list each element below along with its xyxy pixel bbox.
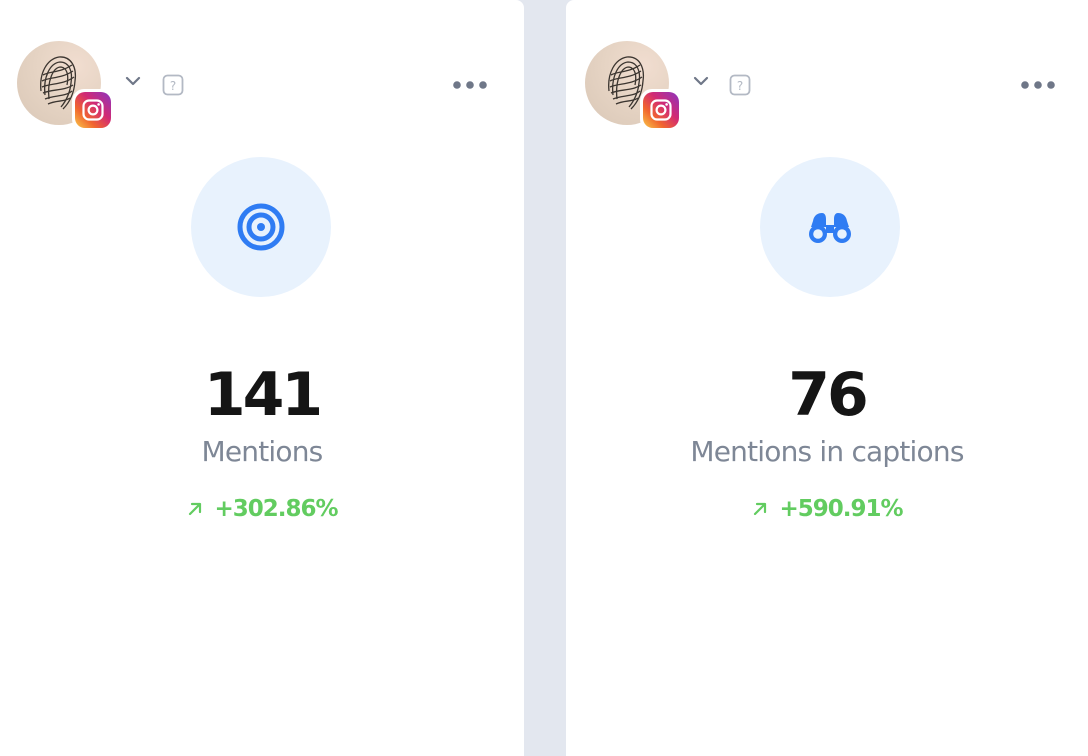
metric-icon-circle [760,157,900,297]
metric-card-mentions-in-captions: ? 76 Mentions in captions +590.91% [566,0,1088,756]
account-selector[interactable] [17,41,114,131]
instagram-icon [643,92,679,128]
trend-up-arrow-icon [189,502,202,516]
metric-change-value: +302.86% [214,496,338,522]
metric-label: Mentions [201,435,324,468]
metric-icon-circle [191,157,331,297]
instagram-badge [72,89,114,131]
metric-value: 76 [788,360,869,430]
metric-change-value: +590.91% [779,496,903,522]
help-glyph: ? [170,79,176,93]
instagram-icon [75,92,111,128]
account-selector[interactable] [585,41,682,131]
metric-card-mentions: ? 141 Mentions +302.86% [0,0,524,756]
metric-label: Mentions in captions [690,435,964,468]
metric-value: 141 [203,360,323,430]
instagram-badge [640,89,682,131]
metric-change: +302.86% [0,496,524,522]
help-icon[interactable]: ? [729,74,751,96]
more-options-icon[interactable] [1020,80,1056,90]
help-glyph: ? [737,79,743,93]
help-icon[interactable]: ? [162,74,184,96]
chevron-down-icon[interactable] [692,74,710,88]
trend-up-arrow-icon [754,502,767,516]
target-icon [237,203,285,251]
more-options-icon[interactable] [452,80,488,90]
metric-change: +590.91% [566,496,1088,522]
dashboard-board: ? 141 Mentions +302.86% ? 76 Mentions in… [0,0,1088,756]
binoculars-icon [809,213,851,243]
chevron-down-icon[interactable] [124,74,142,88]
